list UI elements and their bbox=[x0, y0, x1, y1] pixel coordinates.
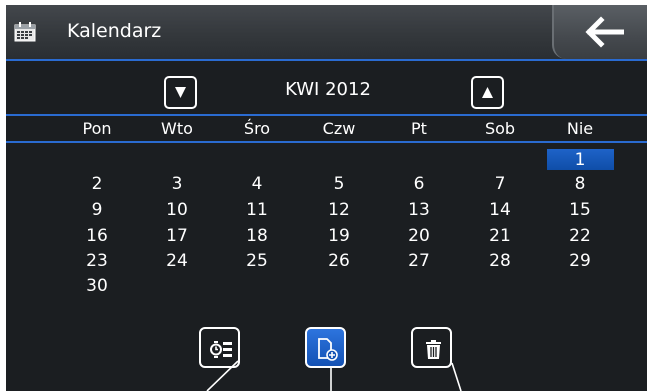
calendar-screen: Kalendarz KWI 2012 Pon Wto Śro Czw Pt Sob Nie … bbox=[6, 5, 647, 391]
callout-lines bbox=[206, 360, 462, 391]
